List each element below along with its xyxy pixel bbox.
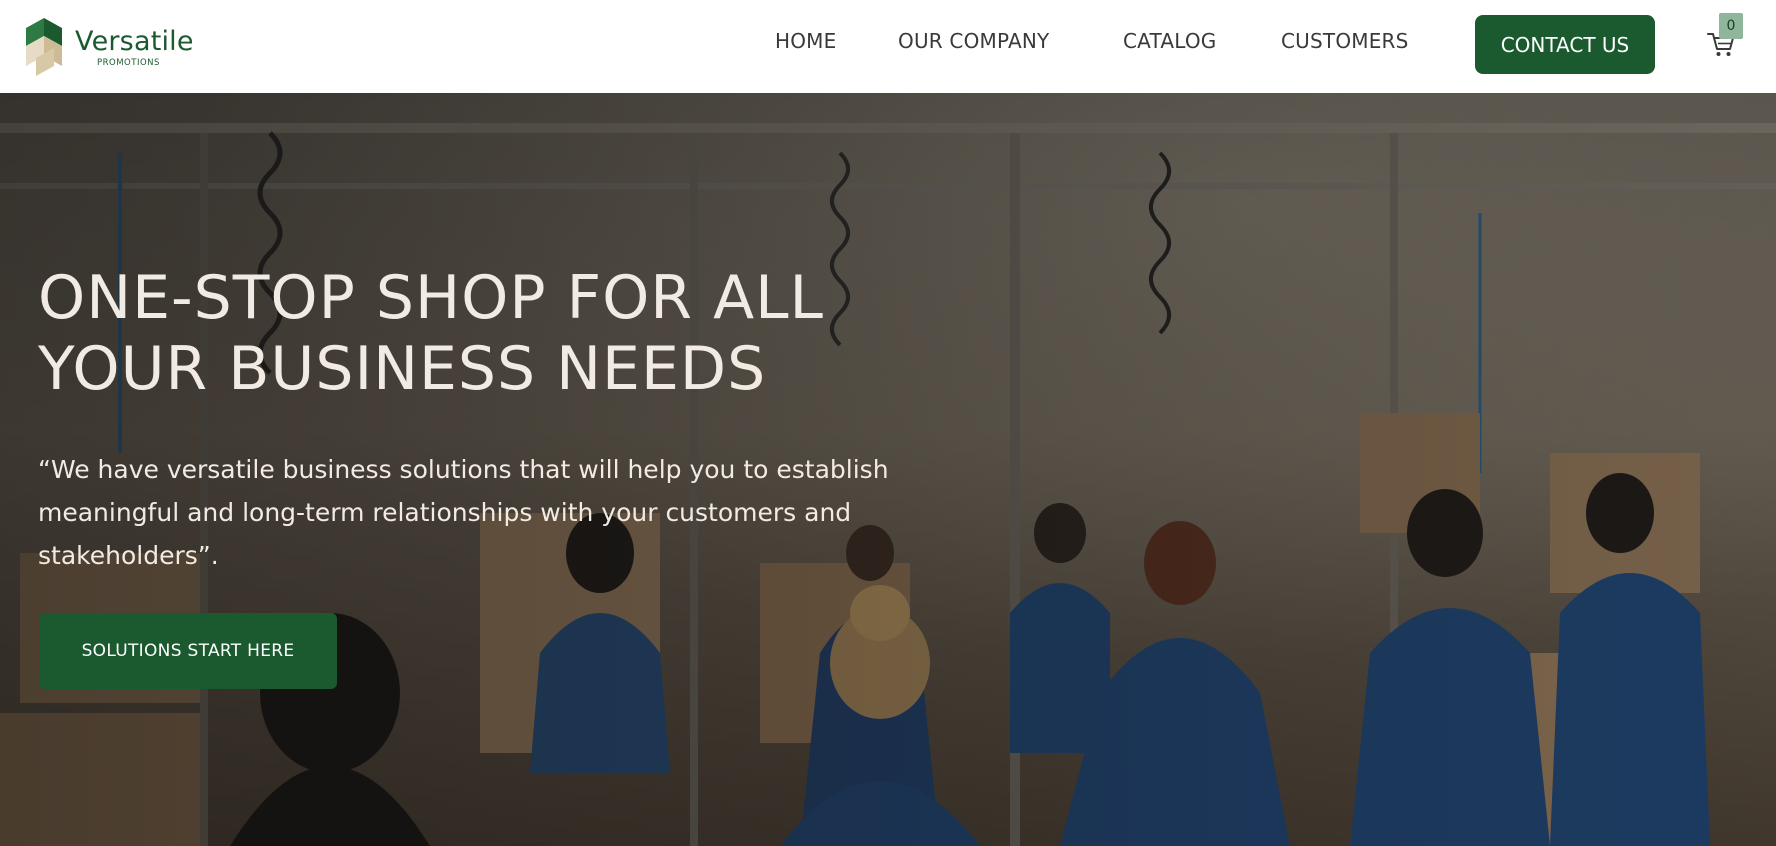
solutions-start-here-button[interactable]: SOLUTIONS START HERE — [39, 613, 337, 689]
site-header: Versatile PROMOTIONS HOME OUR COMPANY CA… — [0, 0, 1776, 93]
hero-title-line-2: YOUR BUSINESS NEEDS — [38, 334, 767, 404]
cart-count-badge: 0 — [1719, 13, 1743, 39]
logo-mark-icon — [26, 18, 62, 76]
brand-tagline: PROMOTIONS — [97, 58, 160, 68]
nav-home[interactable]: HOME — [775, 29, 836, 53]
contact-us-button[interactable]: CONTACT US — [1475, 15, 1655, 74]
hero-title: ONE-STOP SHOP FOR ALL YOUR BUSINESS NEED… — [38, 263, 824, 405]
nav-our-company[interactable]: OUR COMPANY — [898, 29, 1049, 53]
hero-quote: “We have versatile business solutions th… — [38, 455, 889, 570]
hero-title-line-1: ONE-STOP SHOP FOR ALL — [38, 263, 824, 333]
nav-catalog[interactable]: CATALOG — [1123, 29, 1217, 53]
brand-logo[interactable]: Versatile PROMOTIONS — [22, 16, 212, 78]
nav-customers[interactable]: CUSTOMERS — [1281, 29, 1409, 53]
brand-name: Versatile — [75, 26, 194, 57]
hero-section: ONE-STOP SHOP FOR ALL YOUR BUSINESS NEED… — [0, 93, 1776, 846]
